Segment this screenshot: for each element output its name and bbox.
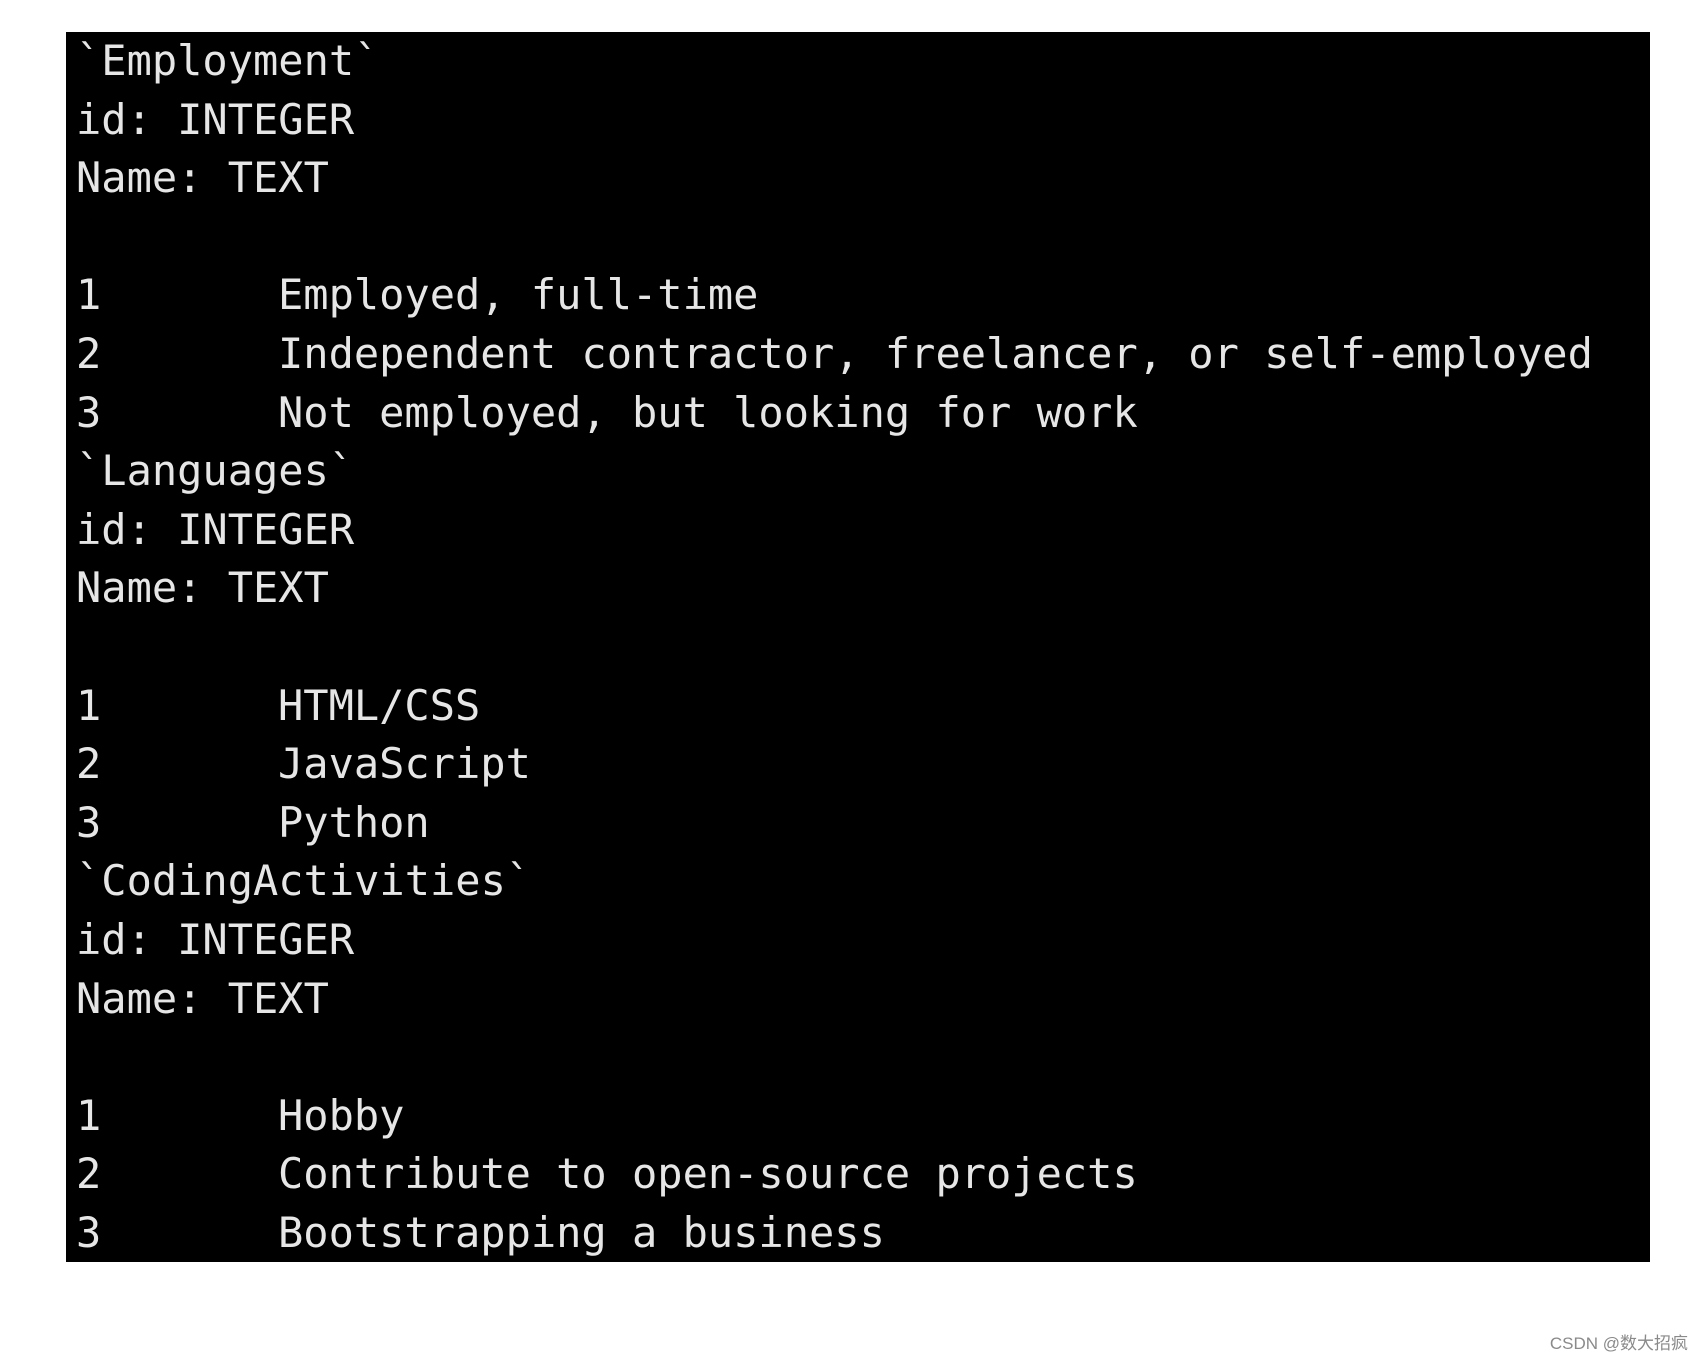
table-row: 2 Independent contractor, freelancer, or … (76, 325, 1650, 384)
table-row: 2 Contribute to open-source projects (76, 1145, 1650, 1204)
row-name: Not employed, but looking for work (278, 387, 1138, 437)
terminal-output: `Employment` id: INTEGER Name: TEXT 1 Employ… (66, 32, 1650, 1262)
watermark: CSDN @数大招疯 (1549, 1334, 1688, 1353)
table-row: 1 HTML/CSS (76, 677, 1650, 736)
table-name: `Languages` (76, 446, 355, 496)
field-definition: Name: TEXT (76, 563, 329, 613)
row-name: Contribute to open-source projects (278, 1149, 1138, 1199)
field-definition: Name: TEXT (76, 153, 329, 203)
row-id: 2 (76, 739, 102, 789)
table-row: 3 Python (76, 794, 1650, 853)
field-definition: Name: TEXT (76, 973, 329, 1023)
table-row: 2 JavaScript (76, 735, 1650, 794)
field-definition: id: INTEGER (76, 504, 355, 554)
table-row: 1 Employed, full-time (76, 266, 1650, 325)
row-id: 1 (76, 680, 102, 730)
row-name: Python (278, 797, 430, 847)
table-row: 1 Hobby (76, 1087, 1650, 1146)
row-name: JavaScript (278, 739, 531, 789)
schema-listing: `Employment` id: INTEGER Name: TEXT 1 Employ… (66, 32, 1650, 1262)
table-row: 3 Bootstrapping a business (76, 1204, 1650, 1263)
row-name: Hobby (278, 1090, 405, 1140)
row-id: 2 (76, 328, 102, 378)
row-id: 3 (76, 797, 102, 847)
field-definition: id: INTEGER (76, 94, 355, 144)
table-name: `CodingActivities` (76, 856, 532, 906)
table-row: 3 Not employed, but looking for work (76, 384, 1650, 443)
row-name: HTML/CSS (278, 680, 481, 730)
row-id: 3 (76, 387, 102, 437)
row-name: Bootstrapping a business (278, 1207, 885, 1257)
row-id: 1 (76, 1090, 102, 1140)
field-definition: id: INTEGER (76, 914, 355, 964)
row-name: Independent contractor, freelancer, or s… (278, 328, 1593, 378)
row-name: Employed, full-time (278, 270, 759, 320)
table-name: `Employment` (76, 36, 380, 85)
row-id: 2 (76, 1149, 102, 1199)
row-id: 3 (76, 1207, 102, 1257)
row-id: 1 (76, 270, 102, 320)
